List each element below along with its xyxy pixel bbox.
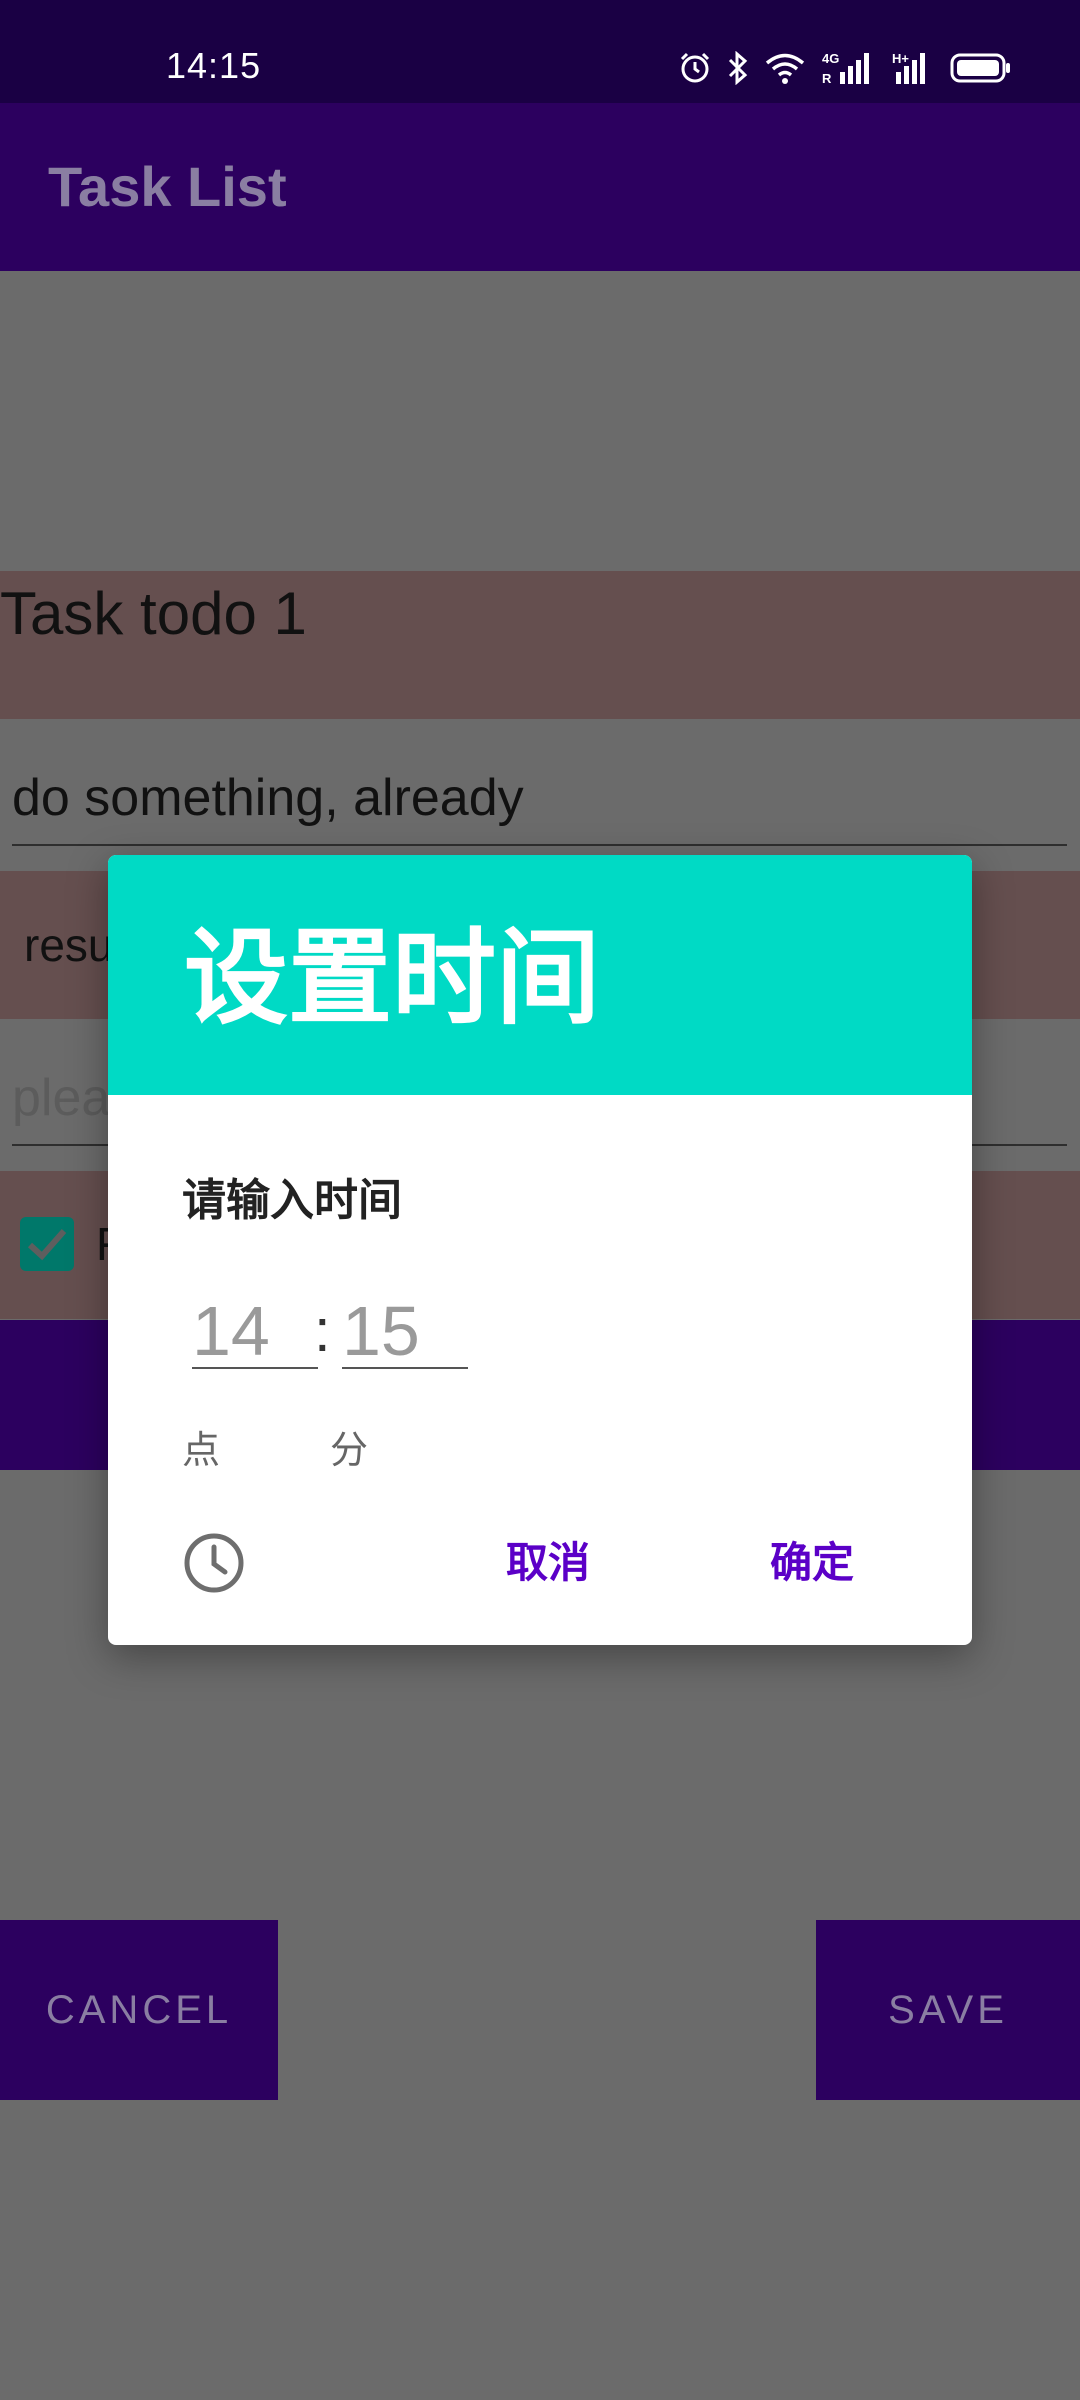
dialog-prompt: 请输入时间 [182, 1176, 402, 1225]
check-icon [27, 1229, 67, 1261]
save-button[interactable]: SAVE [816, 1920, 1080, 2100]
result-label: resu [24, 919, 114, 971]
status-time: 14:15 [166, 45, 262, 86]
task-name-text: Task todo 1 [0, 580, 307, 647]
hour-unit-label: 点 [182, 1430, 221, 1472]
hour-input[interactable]: 14 [192, 1295, 318, 1369]
checkbox[interactable] [20, 1217, 74, 1271]
app-title: Task List [48, 155, 287, 218]
time-separator: : [314, 1297, 331, 1364]
cancel-button[interactable]: CANCEL [0, 1920, 278, 2100]
time-picker-dialog: 设置时间 请输入时间 14 : 15 点 分 取消 确定 [108, 855, 972, 1645]
minute-value: 15 [342, 1292, 420, 1370]
app-bar: Task List [0, 103, 1080, 271]
signal-h-plus-icon: H+ [892, 50, 936, 86]
clock-icon[interactable] [182, 1531, 246, 1595]
battery-icon [950, 52, 1012, 84]
status-icons: 4G R H+ [678, 48, 1012, 88]
wifi-icon [764, 51, 806, 85]
dialog-title: 设置时间 [184, 921, 601, 1037]
minute-unit-label: 分 [330, 1430, 369, 1472]
screen: 14:15 4G R H+ Task List Task todo 1 do s… [0, 0, 1080, 2400]
description-text: do something, already [12, 769, 524, 827]
task-name-row[interactable]: Task todo 1 [0, 571, 1080, 719]
hour-value: 14 [192, 1292, 270, 1370]
minute-input[interactable]: 15 [342, 1295, 468, 1369]
dialog-header: 设置时间 [108, 855, 972, 1095]
status-bar: 14:15 4G R H+ [0, 0, 1080, 103]
network-label-h-plus: H+ [892, 51, 909, 66]
alarm-icon [678, 51, 712, 85]
extra-placeholder: plea [12, 1069, 111, 1127]
dialog-cancel-button[interactable]: 取消 [488, 1525, 608, 1601]
network-label-4g: 4G [822, 51, 839, 66]
description-field[interactable]: do something, already [12, 748, 1067, 846]
network-label-r: R [822, 71, 832, 86]
bluetooth-icon [726, 51, 750, 85]
dialog-confirm-button[interactable]: 确定 [752, 1525, 872, 1601]
signal-4g-icon: 4G R [820, 50, 878, 86]
